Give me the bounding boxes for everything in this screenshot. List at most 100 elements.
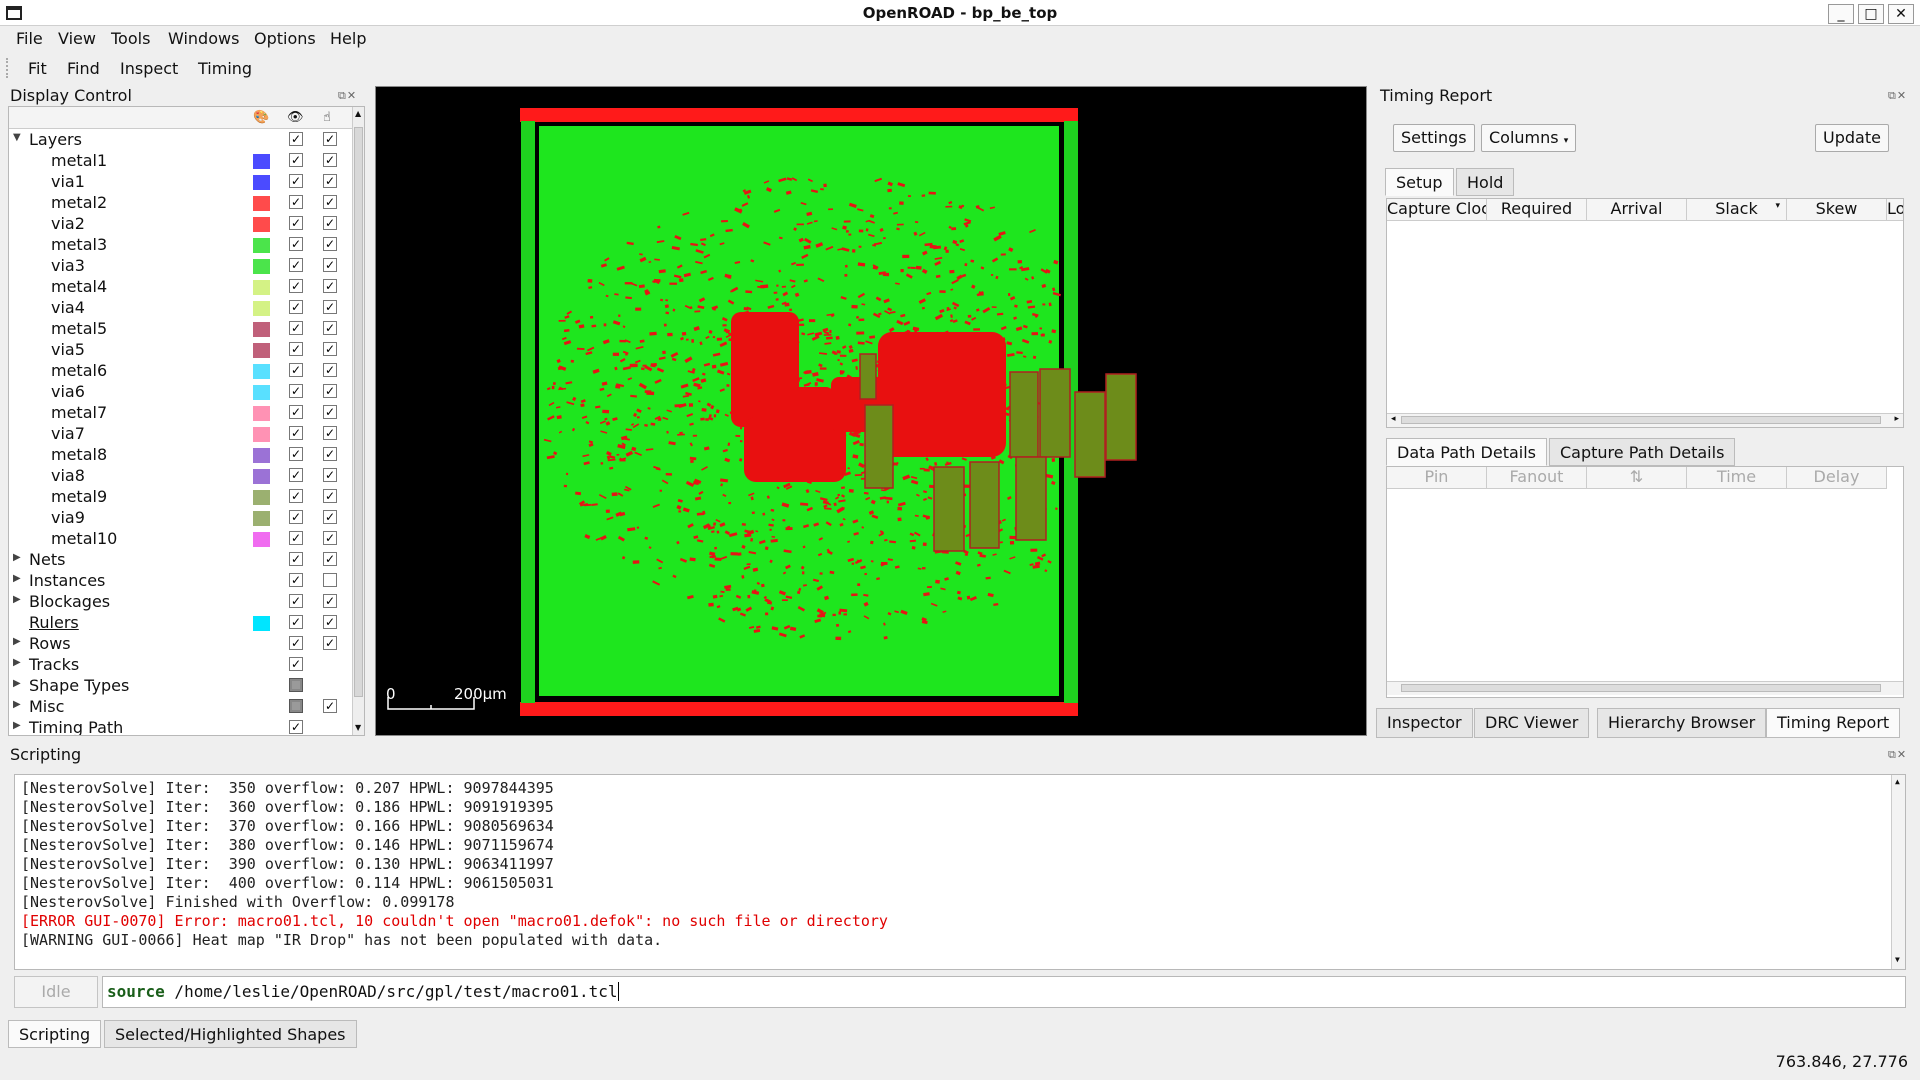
scripting-console[interactable]: [NesterovSolve] Iter: 350 overflow: 0.20… [14,774,1906,970]
tab-selected-highlighted-shapes[interactable]: Selected/Highlighted Shapes [104,1020,357,1048]
tree-row-layer[interactable]: metal6 ✓ ✓ [9,360,354,381]
layer-color-swatch[interactable] [253,364,270,379]
collapse-arrow-icon[interactable]: ▶ [13,594,21,605]
menu-options[interactable]: Options [254,29,316,48]
group-visible-checkbox[interactable]: ✓ [289,594,303,608]
layer-selectable-checkbox[interactable]: ✓ [323,363,337,377]
layer-selectable-checkbox[interactable]: ✓ [323,510,337,524]
layer-visible-checkbox[interactable]: ✓ [289,531,303,545]
layer-selectable-checkbox[interactable]: ✓ [323,447,337,461]
layer-selectable-checkbox[interactable]: ✓ [323,384,337,398]
tree-row-layer[interactable]: via1 ✓ ✓ [9,171,354,192]
layer-selectable-checkbox[interactable]: ✓ [323,153,337,167]
tree-row-group[interactable]: ▶ Nets ✓ ✓ [9,549,354,570]
tree-row-layer[interactable]: via4 ✓ ✓ [9,297,354,318]
group-visible-checkbox[interactable]: ✓ [289,636,303,650]
idle-button[interactable]: Idle [14,976,98,1008]
tab-scripting[interactable]: Scripting [8,1020,102,1048]
timing-report-dock-buttons[interactable]: ⧉✕ [1888,89,1907,103]
col-fanout[interactable]: Fanout [1487,467,1587,489]
tree-row-layer[interactable]: metal9 ✓ ✓ [9,486,354,507]
layer-color-swatch[interactable] [253,154,270,169]
layer-color-swatch[interactable] [253,217,270,232]
layer-color-swatch[interactable] [253,259,270,274]
details-hscrollbar[interactable] [1387,681,1903,695]
menu-view[interactable]: View [58,29,96,48]
columns-dropdown[interactable]: Columns ▾ [1481,124,1577,152]
layer-selectable-checkbox[interactable]: ✓ [323,195,337,209]
collapse-arrow-icon[interactable]: ▶ [13,636,21,647]
tree-row-group[interactable]: ▶ Blockages ✓ ✓ [9,591,354,612]
tree-row-group[interactable]: ▶ Tracks ✓ [9,654,354,675]
tab-capture-path-details[interactable]: Capture Path Details [1549,438,1736,466]
layer-visible-checkbox[interactable]: ✓ [289,300,303,314]
display-control-scrollbar[interactable]: ▲ ▼ [352,107,364,735]
tree-row-group[interactable]: ▶ Timing Path ✓ [9,717,354,735]
group-selectable-checkbox[interactable]: ✓ [323,615,337,629]
layer-selectable-checkbox[interactable]: ✓ [323,300,337,314]
layer-color-swatch[interactable] [253,238,270,253]
layer-visible-checkbox[interactable]: ✓ [289,363,303,377]
command-input[interactable]: source /home/leslie/OpenROAD/src/gpl/tes… [102,976,1906,1008]
table-hscrollbar[interactable]: ◂ ▸ [1387,413,1903,427]
layer-visible-checkbox[interactable]: ✓ [289,195,303,209]
tree-row-layer[interactable]: via2 ✓ ✓ [9,213,354,234]
tab-hold[interactable]: Hold [1456,168,1515,196]
col-arrival[interactable]: Arrival [1587,199,1687,221]
layer-color-swatch[interactable] [253,448,270,463]
layer-visible-checkbox[interactable]: ✓ [289,468,303,482]
col-rise-fall[interactable]: ⇅ [1587,467,1687,489]
tree-row-layer[interactable]: metal1 ✓ ✓ [9,150,354,171]
console-scrollbar[interactable]: ▲ ▼ [1891,775,1905,969]
hscroll-thumb[interactable] [1401,416,1881,424]
tab-timing-report[interactable]: Timing Report [1766,708,1901,738]
tree-row-layers[interactable]: ▼ Layers ✓ ✓ [9,129,354,150]
expand-arrow-icon[interactable]: ▼ [13,132,21,143]
scroll-left-icon[interactable]: ◂ [1391,414,1396,424]
group-selectable-checkbox[interactable]: ✓ [323,636,337,650]
timing-button[interactable]: Timing [198,59,252,78]
layer-selectable-checkbox[interactable]: ✓ [323,426,337,440]
scroll-down-icon[interactable]: ▼ [355,723,361,732]
layer-color-swatch[interactable] [253,511,270,526]
tree-row-layer[interactable]: metal4 ✓ ✓ [9,276,354,297]
collapse-arrow-icon[interactable]: ▶ [13,552,21,563]
settings-button[interactable]: Settings [1393,124,1475,152]
col-skew[interactable]: Skew [1787,199,1887,221]
scroll-thumb[interactable] [354,127,363,697]
col-pin[interactable]: Pin [1387,467,1487,489]
console-scroll-down-icon[interactable]: ▼ [1895,955,1900,964]
tree-row-layer[interactable]: metal7 ✓ ✓ [9,402,354,423]
layer-visible-checkbox[interactable]: ✓ [289,384,303,398]
layer-visible-checkbox[interactable]: ✓ [289,237,303,251]
display-control-dock-buttons[interactable]: ⧉✕ [338,89,357,103]
update-button[interactable]: Update [1815,124,1889,152]
layer-color-swatch[interactable] [253,469,270,484]
tab-drc-viewer[interactable]: DRC Viewer [1474,708,1590,738]
tab-data-path-details[interactable]: Data Path Details [1386,438,1547,466]
col-delay[interactable]: Delay [1787,467,1887,489]
tree-row-layer[interactable]: metal10 ✓ ✓ [9,528,354,549]
tree-row-layer[interactable]: via9 ✓ ✓ [9,507,354,528]
layer-visible-checkbox[interactable]: ✓ [289,447,303,461]
layer-selectable-checkbox[interactable]: ✓ [323,237,337,251]
layers-visible-checkbox[interactable]: ✓ [289,132,303,146]
tree-row-layer[interactable]: via8 ✓ ✓ [9,465,354,486]
col-slack[interactable]: Slack ▾ [1687,199,1787,221]
layer-color-swatch[interactable] [253,343,270,358]
layer-visible-checkbox[interactable]: ✓ [289,174,303,188]
layer-selectable-checkbox[interactable]: ✓ [323,174,337,188]
menu-file[interactable]: File [16,29,43,48]
layer-color-swatch[interactable] [253,301,270,316]
timing-paths-table[interactable]: Capture Cloc Required Arrival Slack ▾ Ske… [1386,198,1904,428]
path-details-table[interactable]: Pin Fanout ⇅ Time Delay [1386,466,1904,698]
collapse-arrow-icon[interactable]: ▶ [13,720,21,731]
tree-row-layer[interactable]: via6 ✓ ✓ [9,381,354,402]
col-time[interactable]: Time [1687,467,1787,489]
tree-row-layer[interactable]: metal5 ✓ ✓ [9,318,354,339]
layer-color-swatch[interactable] [253,196,270,211]
layer-color-swatch[interactable] [253,322,270,337]
layer-color-swatch[interactable] [253,175,270,190]
col-logic[interactable]: Lo [1887,199,1903,221]
maximize-button[interactable]: □ [1858,4,1884,24]
